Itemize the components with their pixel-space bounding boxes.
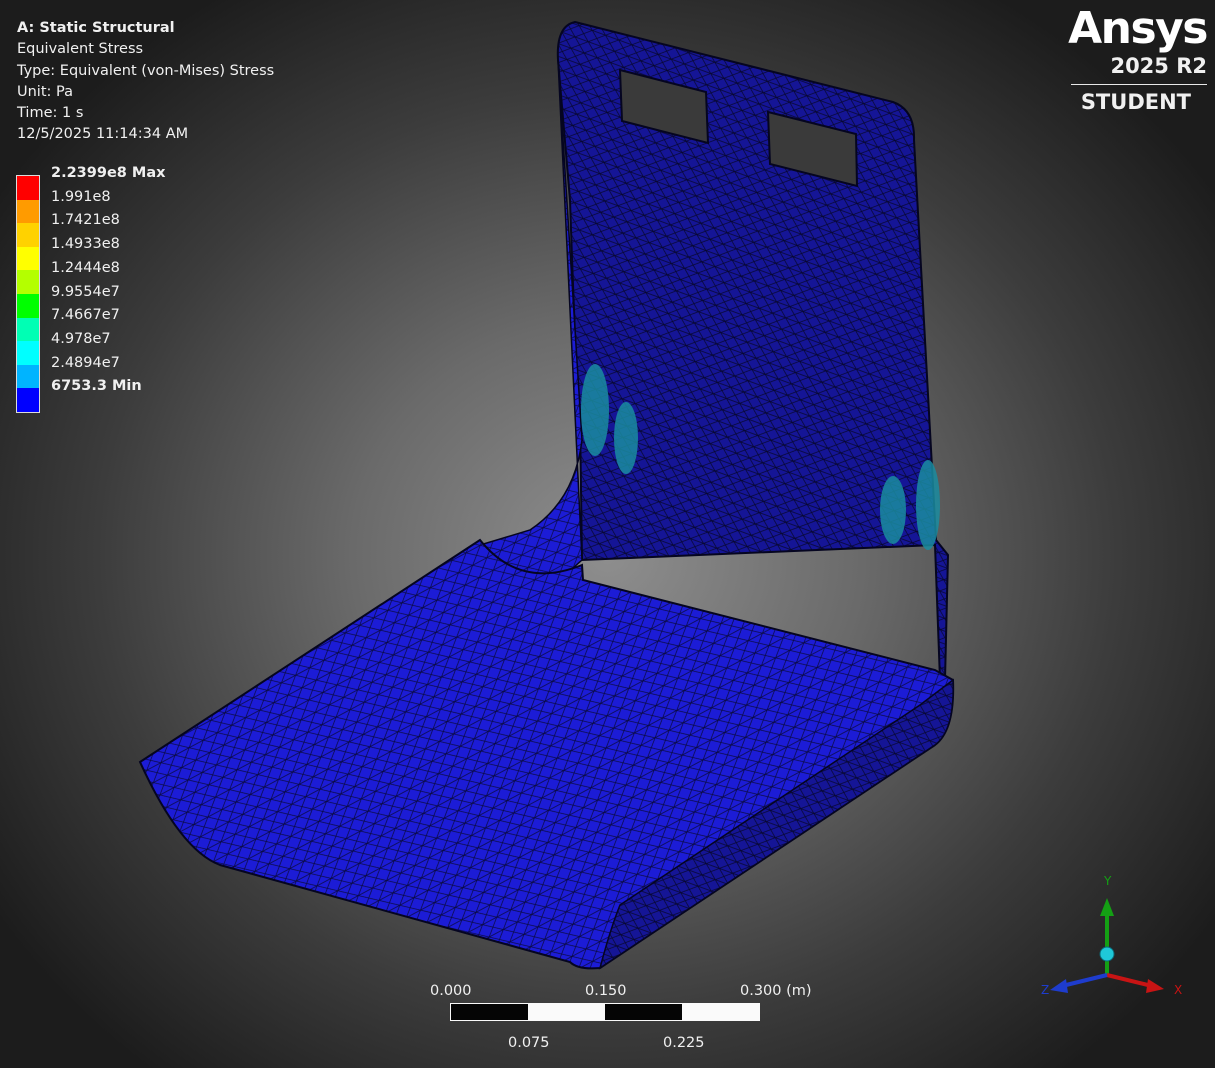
scale-tick: 0.075 — [508, 1035, 550, 1051]
result-name: Equivalent Stress — [17, 41, 144, 58]
stress-hotspot-4 — [916, 460, 940, 550]
legend-swatch — [17, 199, 39, 224]
backrest-panel — [556, 20, 950, 681]
legend-swatch — [17, 223, 39, 247]
scale-tick: 0.150 — [585, 983, 627, 999]
stress-hotspot-2 — [614, 402, 638, 474]
scale-tick: 0.000 — [430, 983, 472, 999]
legend-level: 1.2444e8 — [51, 259, 120, 276]
legend-swatch — [17, 293, 39, 318]
legend-level: 7.4667e7 — [51, 307, 120, 324]
legend-color-bar — [16, 175, 40, 413]
brand-divider — [1071, 84, 1207, 85]
result-unit: Unit: Pa — [17, 83, 73, 100]
legend-level: 1.7421e8 — [51, 212, 120, 229]
stress-hotspot-1 — [581, 364, 609, 456]
legend-swatch — [17, 341, 39, 365]
ansys-logo: Ansys 2025 R2 STUDENT — [1057, 3, 1208, 115]
axis-x-label: X — [1174, 983, 1182, 997]
axis-y-label: Y — [1103, 874, 1112, 888]
legend-swatch — [17, 246, 39, 271]
legend-swatch — [17, 317, 39, 342]
legend-level: 2.4894e7 — [51, 354, 120, 371]
brand-name: Ansys — [1068, 3, 1208, 54]
result-info: A: Static Structural Equivalent Stress T… — [17, 18, 274, 146]
legend-level: 9.9554e7 — [51, 283, 120, 300]
analysis-title: A: Static Structural — [17, 20, 175, 36]
scale-tick: 0.225 — [663, 1035, 705, 1051]
legend-min-label: 6753.3 Min — [51, 378, 142, 395]
legend-swatch — [17, 270, 39, 294]
legend-level: 1.991e8 — [51, 188, 111, 205]
legend-swatch — [17, 364, 39, 389]
scale-tick: 0.300 (m) — [740, 983, 812, 999]
result-time: Time: 1 s — [17, 105, 84, 122]
seat-surface — [138, 538, 955, 970]
brand-version: 2025 R2 — [1110, 54, 1207, 78]
legend-swatch — [17, 388, 39, 412]
result-type: Type: Equivalent (von-Mises) Stress — [17, 62, 275, 79]
model-viewport[interactable] — [0, 0, 1215, 1068]
stress-hotspot-3 — [880, 476, 906, 544]
brand-edition: STUDENT — [1080, 90, 1191, 114]
coordinate-triad[interactable]: Y X Z — [1040, 870, 1200, 1010]
axis-z-label: Z — [1041, 983, 1049, 997]
legend-max-label: 2.2399e8 Max — [51, 165, 166, 181]
legend-level: 1.4933e8 — [51, 236, 120, 253]
legend-swatch — [17, 176, 39, 200]
legend-level: 4.978e7 — [51, 330, 111, 347]
result-timestamp: 12/5/2025 11:14:34 AM — [17, 126, 189, 143]
scale-bar — [450, 1003, 760, 1021]
